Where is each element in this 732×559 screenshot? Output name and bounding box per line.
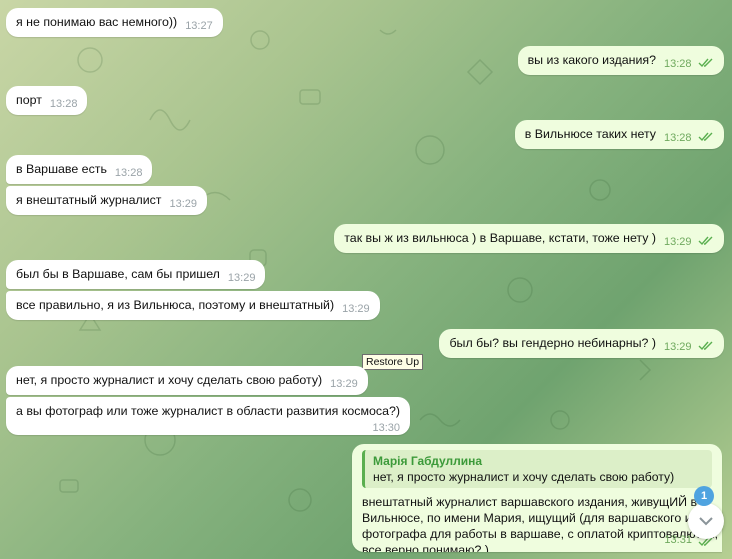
reply-line: фотографа для работы в варшаве, с оплато… <box>362 527 719 541</box>
reply-quote[interactable]: Марія Габдуллина нет, я просто журналист… <box>362 450 712 488</box>
message-time: 13:29 <box>169 198 198 210</box>
reply-line: Вильнюсе, по имени Мария, ищущий (для ва… <box>362 511 722 525</box>
chevron-down-icon <box>699 517 713 526</box>
message-outgoing[interactable]: вы из какого издания? 13:28 <box>517 46 724 75</box>
message-time: 13:29 <box>664 341 692 353</box>
double-check-icon <box>698 341 713 350</box>
double-check-icon <box>698 236 713 245</box>
message-text: я не понимаю вас немного)) <box>16 15 178 29</box>
unread-count-badge: 1 <box>694 486 714 506</box>
message-outgoing[interactable]: так вы ж из вильнюса ) в Варшаве, кстати… <box>334 224 724 253</box>
message-outgoing[interactable]: в Вильнюсе таких нету 13:28 <box>514 120 724 149</box>
message-text: был бы в Варшаве, сам бы пришел <box>16 267 220 281</box>
message-incoming[interactable]: был бы в Варшаве, сам бы пришел 13:29 <box>6 260 266 289</box>
scroll-down-button[interactable] <box>688 503 724 539</box>
message-incoming[interactable]: я не понимаю вас немного)) 13:27 <box>6 8 223 37</box>
message-incoming[interactable]: порт 13:28 <box>6 86 88 115</box>
message-text: вы из какого издания? <box>527 53 657 67</box>
message-incoming[interactable]: в Варшаве есть 13:28 <box>6 155 153 184</box>
double-check-icon <box>698 132 713 141</box>
message-text: все правильно, я из Вильнюса, поэтому и … <box>16 298 335 312</box>
message-text: порт <box>16 93 42 107</box>
message-text: а вы фотограф или тоже журналист в облас… <box>16 404 400 418</box>
message-time: 13:30 <box>372 422 400 434</box>
message-time: 13:29 <box>330 378 358 390</box>
message-time: 13:28 <box>49 98 78 110</box>
message-text: был бы? вы гендерно небинарны? ) <box>449 336 657 350</box>
message-time: 13:28 <box>114 167 143 179</box>
message-time: 13:27 <box>185 20 213 32</box>
message-text: в Вильнюсе таких нету <box>524 127 657 141</box>
message-text: нет, я просто журналист и хочу сделать с… <box>16 373 323 387</box>
message-incoming[interactable]: нет, я просто журналист и хочу сделать с… <box>6 366 368 395</box>
tooltip-restore-up: Restore Up <box>362 354 424 370</box>
quote-author: Марія Габдуллина <box>373 454 483 468</box>
reply-line: все верно понимаю? ) <box>362 543 489 552</box>
reply-line: внештатный журналист варшавского издания… <box>362 495 698 509</box>
message-outgoing-reply[interactable]: Марія Габдуллина нет, я просто журналист… <box>352 444 722 552</box>
message-incoming[interactable]: я внештатный журналист 13:29 <box>6 186 208 215</box>
double-check-icon <box>698 58 713 67</box>
message-text: я внештатный журналист <box>16 193 162 207</box>
message-incoming[interactable]: все правильно, я из Вильнюса, поэтому и … <box>6 291 380 320</box>
message-time: 13:28 <box>664 58 692 70</box>
message-time: 13:28 <box>664 132 692 144</box>
message-outgoing[interactable]: был бы? вы гендерно небинарны? ) 13:29 <box>439 329 724 358</box>
message-incoming[interactable]: а вы фотограф или тоже журналист в облас… <box>6 397 410 435</box>
message-text: в Варшаве есть <box>16 162 107 176</box>
quote-text: нет, я просто журналист и хочу сделать с… <box>373 470 675 484</box>
message-text: так вы ж из вильнюса ) в Варшаве, кстати… <box>344 231 657 245</box>
message-time: 13:29 <box>342 303 370 315</box>
reply-time-text: 13:31 <box>664 534 692 546</box>
message-time: 13:29 <box>664 236 692 248</box>
message-time: 13:29 <box>227 272 256 284</box>
